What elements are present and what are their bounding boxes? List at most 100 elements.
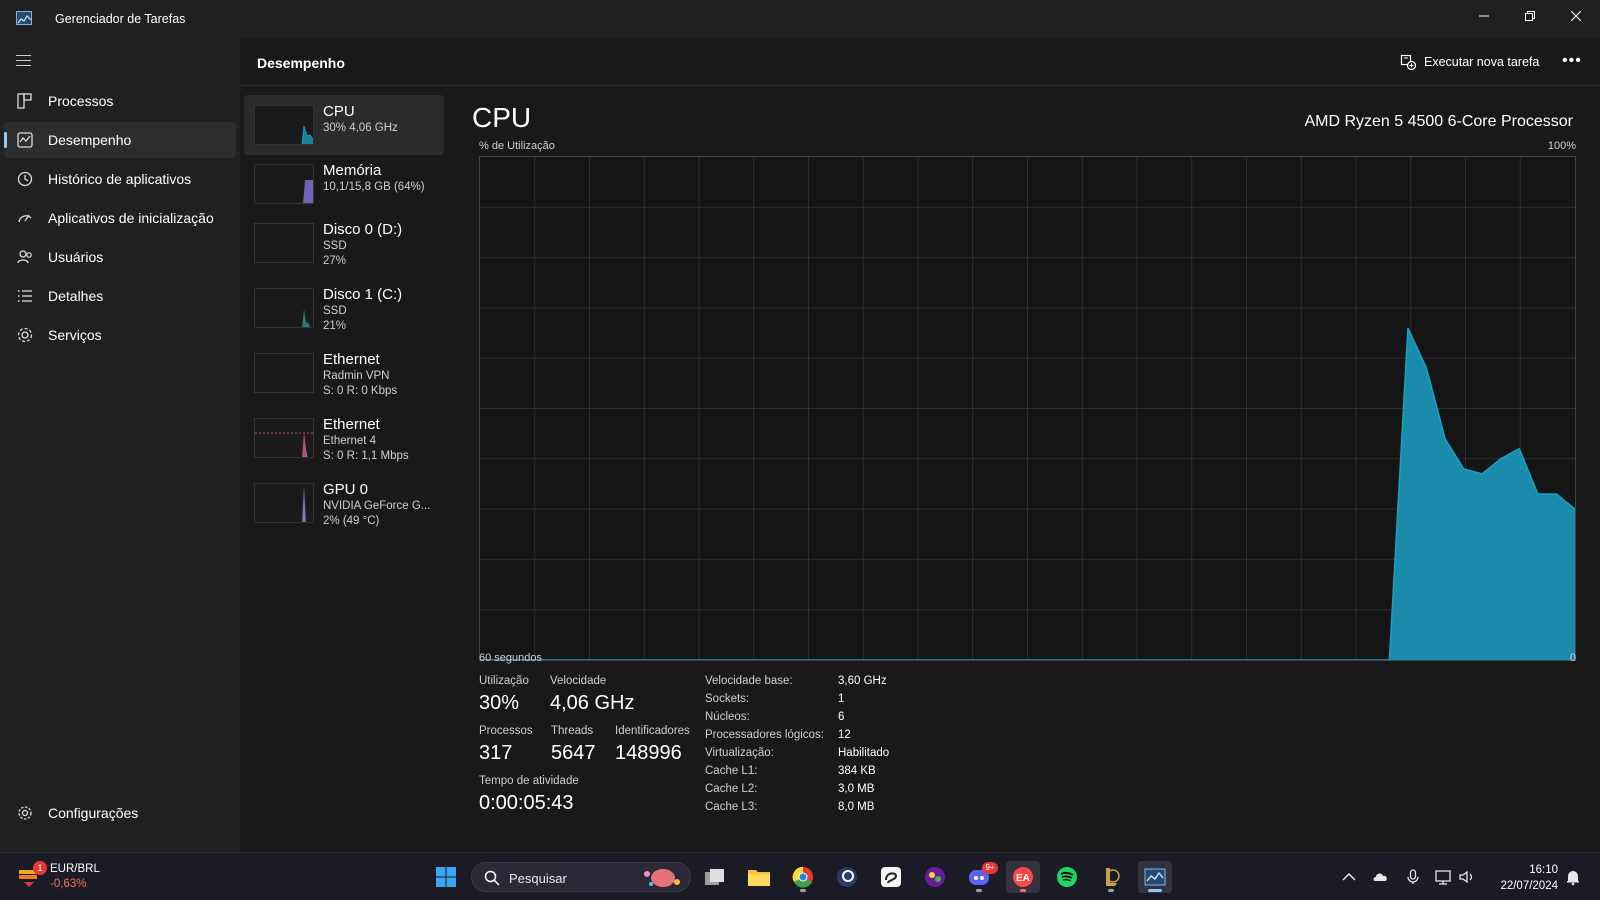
taskbar-file-explorer[interactable] bbox=[742, 861, 776, 893]
resource-name: Disco 1 (C:) bbox=[323, 286, 403, 303]
resource-detail: S: 0 R: 0 Kbps bbox=[323, 385, 398, 397]
resource-name: Memória bbox=[323, 162, 382, 179]
handles-value: 148996 bbox=[615, 742, 682, 764]
sidebar-item-configuracoes[interactable]: Configurações bbox=[4, 795, 236, 831]
cpu-utilization-graph bbox=[479, 156, 1576, 661]
disk1-thumbnail-graph bbox=[254, 288, 314, 328]
taskbar-league-client[interactable] bbox=[1094, 861, 1128, 893]
resource-detail: 21% bbox=[323, 320, 347, 332]
sidebar-item-desempenho[interactable]: Desempenho bbox=[4, 122, 236, 158]
spec-value: 3,0 MB bbox=[838, 783, 875, 795]
taskbar-cinema4d[interactable] bbox=[830, 861, 864, 893]
spec-label: Processadores lógicos: bbox=[705, 729, 824, 741]
detail-title: CPU bbox=[472, 102, 532, 133]
minimize-icon[interactable] bbox=[1461, 0, 1507, 32]
taskbar-spotify[interactable] bbox=[1050, 861, 1084, 893]
processor-model: AMD Ryzen 5 4500 6-Core Processor bbox=[1304, 113, 1573, 130]
onedrive-cloud-icon[interactable] bbox=[1372, 868, 1390, 886]
start-button[interactable] bbox=[429, 861, 463, 893]
sidebar-item-label: Processos bbox=[48, 93, 114, 109]
notification-bell-icon[interactable] bbox=[1564, 868, 1582, 886]
resource-disk-0[interactable]: Disco 0 (D:) SSD 27% bbox=[244, 213, 444, 273]
window-title: Gerenciador de Tarefas bbox=[55, 12, 186, 26]
details-icon bbox=[18, 290, 32, 302]
running-indicator bbox=[1020, 889, 1026, 892]
volume-icon[interactable] bbox=[1458, 868, 1476, 886]
spec-value: 1 bbox=[838, 693, 845, 705]
close-icon[interactable] bbox=[1553, 0, 1599, 32]
sidebar-item-servicos[interactable]: Serviços bbox=[4, 317, 236, 353]
sidebar-item-processos[interactable]: Processos bbox=[4, 83, 236, 119]
hamburger-menu-icon[interactable] bbox=[16, 55, 32, 67]
sidebar-item-detalhes[interactable]: Detalhes bbox=[4, 278, 236, 314]
widget-badge: 1 bbox=[33, 861, 47, 875]
search-highlight-icon bbox=[644, 869, 680, 887]
search-placeholder: Pesquisar bbox=[509, 871, 567, 886]
active-indicator bbox=[4, 132, 7, 148]
windows-logo-icon bbox=[436, 867, 456, 887]
services-icon bbox=[17, 327, 33, 343]
memory-thumbnail-graph bbox=[254, 164, 314, 204]
more-options-button[interactable]: ••• bbox=[1562, 52, 1582, 70]
sidebar-item-label: Desempenho bbox=[48, 132, 132, 148]
sidebar-item-inicializacao[interactable]: Aplicativos de inicialização bbox=[4, 200, 236, 236]
clock-date: 22/07/2024 bbox=[1500, 880, 1558, 892]
cpu-thumbnail-graph bbox=[254, 105, 314, 145]
system-clock[interactable]: 16:10 22/07/2024 bbox=[1500, 862, 1558, 894]
network-icon[interactable] bbox=[1434, 868, 1452, 886]
sidebar-item-label: Configurações bbox=[48, 805, 139, 821]
run-new-task-button[interactable]: Executar nova tarefa bbox=[1400, 52, 1539, 72]
performance-icon bbox=[17, 132, 33, 148]
taskbar-task-view[interactable] bbox=[698, 861, 732, 893]
y-axis-min: 0 bbox=[1569, 652, 1576, 664]
search-input[interactable]: Pesquisar bbox=[471, 862, 691, 892]
utilization-value: 30% bbox=[479, 692, 520, 714]
resource-cpu[interactable]: CPU 30% 4,06 GHz bbox=[244, 95, 444, 155]
resource-ethernet-4[interactable]: Ethernet Ethernet 4 S: 0 R: 1,1 Mbps bbox=[244, 408, 444, 468]
spec-value: 384 KB bbox=[838, 765, 876, 777]
taskbar-chrome[interactable] bbox=[786, 861, 820, 893]
startup-icon bbox=[18, 214, 32, 223]
spec-value: 12 bbox=[838, 729, 851, 741]
resource-detail: S: 0 R: 1,1 Mbps bbox=[323, 450, 409, 462]
ea-icon: EA bbox=[1013, 867, 1033, 887]
main-panel: Desempenho Executar nova tarefa ••• CPU … bbox=[240, 38, 1600, 852]
chevron-up-icon[interactable] bbox=[1340, 868, 1358, 886]
running-indicator bbox=[1148, 889, 1162, 892]
cinema4d-icon bbox=[837, 867, 857, 887]
ethernet4-thumbnail-graph bbox=[254, 418, 314, 458]
sidebar-item-historico[interactable]: Histórico de aplicativos bbox=[4, 161, 236, 197]
speed-value: 4,06 GHz bbox=[550, 692, 635, 714]
league-icon bbox=[1106, 868, 1120, 886]
resource-name: GPU 0 bbox=[323, 481, 369, 498]
resource-ethernet-radmin[interactable]: Ethernet Radmin VPN S: 0 R: 0 Kbps bbox=[244, 343, 444, 403]
gear-icon bbox=[18, 806, 32, 820]
resource-name: Ethernet bbox=[323, 416, 380, 433]
resource-memory[interactable]: Memória 10,1/15,8 GB (64%) bbox=[244, 154, 444, 214]
threads-label: Threads bbox=[551, 725, 594, 737]
processes-icon bbox=[17, 93, 32, 109]
taskbar-game-app[interactable] bbox=[918, 861, 952, 893]
microphone-icon[interactable] bbox=[1404, 868, 1422, 886]
resource-disk-1[interactable]: Disco 1 (C:) SSD 21% bbox=[244, 278, 444, 338]
task-manager-icon bbox=[1144, 868, 1166, 886]
svg-text:EA: EA bbox=[1016, 873, 1030, 884]
link-app-icon bbox=[881, 867, 901, 887]
clock-time: 16:10 bbox=[1529, 864, 1558, 876]
taskbar-task-manager[interactable] bbox=[1138, 861, 1172, 893]
y-axis-label: % de Utilização bbox=[479, 140, 555, 152]
taskbar-app-link[interactable] bbox=[874, 861, 908, 893]
taskbar-ea-app[interactable]: EA bbox=[1006, 861, 1040, 893]
currency-widget[interactable]: 1 EUR/BRL -0,63% bbox=[16, 861, 126, 893]
taskbar-discord[interactable]: 9+ bbox=[962, 861, 998, 893]
ethernet-radmin-thumbnail-graph bbox=[254, 353, 314, 393]
sidebar-item-usuarios[interactable]: Usuários bbox=[4, 239, 236, 275]
spec-label: Velocidade base: bbox=[705, 675, 793, 687]
running-indicator bbox=[800, 889, 806, 892]
sidebar-item-label: Histórico de aplicativos bbox=[48, 171, 192, 187]
resource-detail: 2% (49 °C) bbox=[323, 515, 380, 527]
restore-icon[interactable] bbox=[1507, 0, 1553, 32]
resource-gpu-0[interactable]: GPU 0 NVIDIA GeForce G... 2% (49 °C) bbox=[244, 473, 444, 533]
y-axis-max: 100% bbox=[1547, 140, 1576, 152]
sidebar-item-label: Detalhes bbox=[48, 288, 104, 304]
